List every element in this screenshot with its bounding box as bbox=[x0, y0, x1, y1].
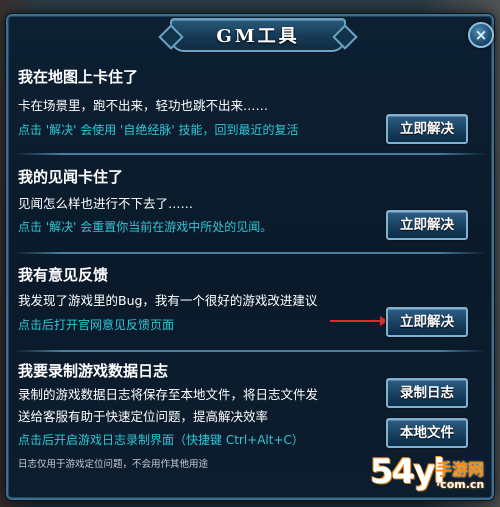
section-log-hint: 点击后开启游戏日志录制界面（快捷键 Ctrl+Alt+C） bbox=[18, 433, 304, 447]
section-divider bbox=[14, 153, 486, 155]
site-watermark-logo: 54yl 手游网 ·com.cn bbox=[370, 452, 500, 504]
section-log-note: 日志仅用于游戏定位问题，不会用作其他用途 bbox=[18, 459, 209, 470]
section-log-desc-line1: 录制的游戏数据日志将保存至本地文件，将日志文件发 bbox=[18, 387, 319, 402]
local-file-button[interactable]: 本地文件 bbox=[386, 418, 468, 448]
watermark-site-text: 手游网 bbox=[436, 460, 485, 479]
section-log-desc-line2: 送给客服有助于快速定位问题，提高解决效率 bbox=[18, 409, 269, 424]
close-icon: × bbox=[474, 26, 488, 44]
section-stuck-quest-title: 我的见闻卡住了 bbox=[18, 168, 124, 186]
solve-stuck-map-button[interactable]: 立即解决 bbox=[386, 114, 468, 144]
watermark-main-text: 54yl bbox=[370, 452, 445, 492]
section-stuck-quest-hint: 点击 '解决' 会重置你当前在游戏中所处的见闻。 bbox=[18, 220, 273, 234]
section-stuck-map-title: 我在地图上卡住了 bbox=[18, 68, 139, 86]
dialog-title-plate: GM工具 bbox=[170, 18, 346, 52]
section-log-title: 我要录制游戏数据日志 bbox=[18, 362, 169, 380]
solve-stuck-quest-button[interactable]: 立即解决 bbox=[386, 210, 468, 240]
section-stuck-map-hint: 点击 '解决' 会使用 '自绝经脉' 技能，回到最近的复活 bbox=[18, 123, 299, 137]
section-divider bbox=[14, 252, 486, 254]
watermark-domain-text: ·com.cn bbox=[436, 478, 485, 491]
section-stuck-map-desc: 卡在场景里，跑不出来，轻功也跳不出来…… bbox=[18, 98, 269, 113]
section-stuck-quest-desc: 见闻怎么样也进行不下去了…… bbox=[18, 196, 194, 211]
dialog-title: GM工具 bbox=[216, 26, 300, 47]
section-feedback-hint: 点击后打开官网意见反馈页面 bbox=[18, 318, 175, 332]
section-feedback-title: 我有意见反馈 bbox=[18, 266, 109, 284]
section-divider bbox=[14, 350, 486, 352]
record-log-button[interactable]: 录制日志 bbox=[386, 378, 468, 408]
close-button[interactable]: × bbox=[468, 22, 494, 48]
section-feedback-desc: 我发现了游戏里的Bug，我有一个很好的游戏改进建议 bbox=[18, 293, 318, 308]
feedback-solve-button[interactable]: 立即解决 bbox=[386, 307, 468, 337]
red-arrow-annotation bbox=[330, 316, 388, 326]
